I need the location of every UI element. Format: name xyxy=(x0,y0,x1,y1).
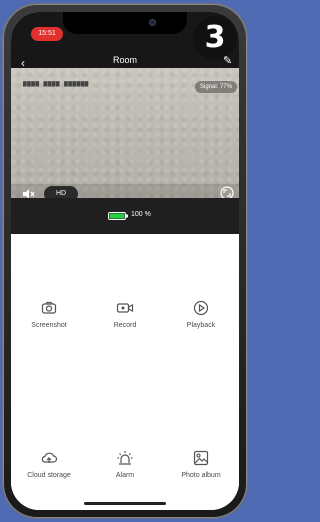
home-indicator xyxy=(84,502,166,505)
screenshot-label: Screenshot xyxy=(31,322,67,329)
alarm-icon xyxy=(117,451,133,465)
cloud-storage-label: Cloud storage xyxy=(27,472,71,479)
action-grid: Screenshot Record Playback Cloud storage… xyxy=(11,234,239,510)
battery-icon xyxy=(108,212,128,220)
camera-video-feed[interactable]: ▆▆▆▆ ▆▆▆▆ ▆▆▆▆▆▆ Signal: 77% xyxy=(11,68,239,198)
video-record-icon xyxy=(116,303,134,313)
playback-button[interactable]: Playback xyxy=(163,300,239,329)
photo-album-button[interactable]: Photo album xyxy=(163,450,239,479)
edit-icon[interactable]: ✎ xyxy=(223,55,232,67)
playback-label: Playback xyxy=(186,322,216,329)
alarm-button[interactable]: Alarm xyxy=(87,450,163,479)
photo-album-label: Photo album xyxy=(181,472,221,479)
phone-frame: 15:51 3 ‹ Room ✎ ▆▆▆▆ ▆▆▆▆ ▆▆▆▆▆▆ Signal… xyxy=(3,4,247,518)
camera-icon xyxy=(41,301,57,314)
cloud-icon xyxy=(41,452,58,463)
screenshot-button[interactable]: Screenshot xyxy=(11,300,87,329)
photo-icon xyxy=(193,450,209,466)
video-osd-text: ▆▆▆▆ ▆▆▆▆ ▆▆▆▆▆▆ xyxy=(23,80,89,87)
signal-indicator: Signal: 77% xyxy=(195,81,238,93)
record-button[interactable]: Record xyxy=(87,300,163,329)
playback-icon xyxy=(193,300,209,316)
battery-percent: 100 % xyxy=(131,211,151,218)
status-time: 15:51 xyxy=(31,27,63,41)
notch xyxy=(63,12,187,34)
front-camera xyxy=(149,19,156,26)
record-label: Record xyxy=(113,322,137,329)
step-badge: 3 xyxy=(193,16,237,60)
alarm-label: Alarm xyxy=(115,472,135,479)
cloud-storage-button[interactable]: Cloud storage xyxy=(11,450,87,479)
app-screen: 15:51 3 ‹ Room ✎ ▆▆▆▆ ▆▆▆▆ ▆▆▆▆▆▆ Signal… xyxy=(11,12,239,510)
page-title: Room xyxy=(112,55,137,65)
